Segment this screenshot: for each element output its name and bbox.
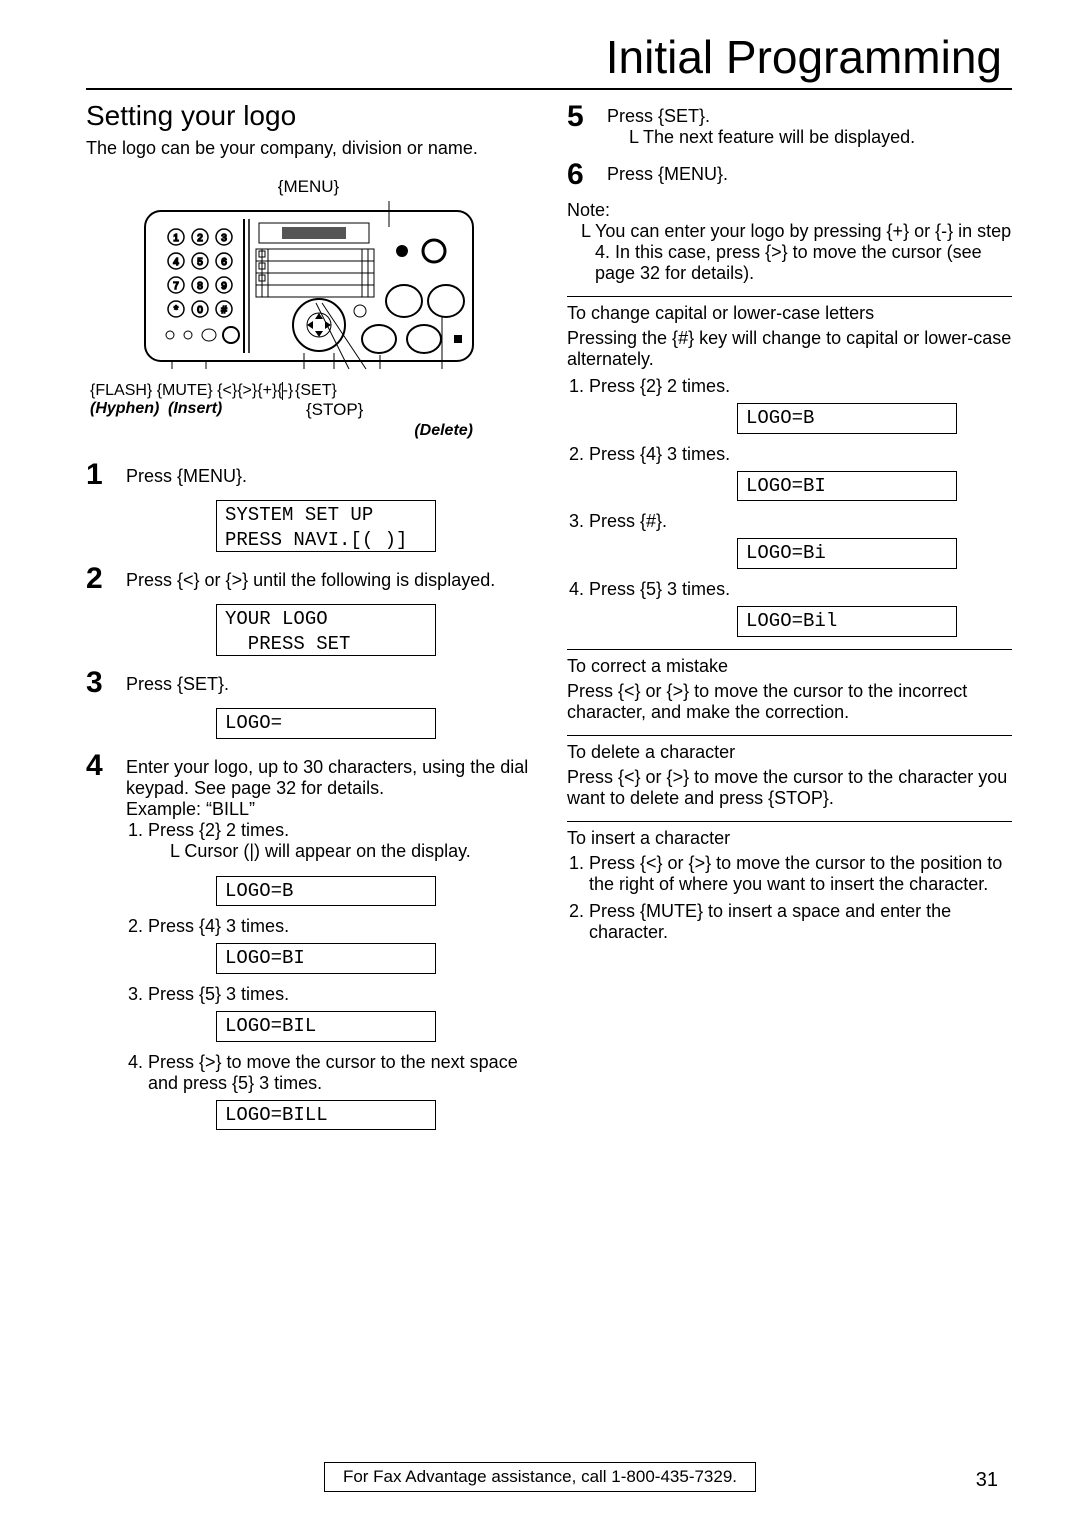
svg-text:9: 9 (221, 281, 227, 292)
substep-4-1-note: L Cursor (|) will appear on the display. (170, 841, 531, 862)
substep-4-3: Press {5} 3 times. (148, 984, 531, 1005)
note-body: L You can enter your logo by pressing {+… (581, 221, 1012, 284)
lcd-display: LOGO=Bil (737, 606, 957, 637)
lcd-display: LOGO=B (737, 403, 957, 434)
step-number-1: 1 (86, 458, 126, 490)
device-diagram: {MENU} 1 2 3 4 5 6 7 8 9 * 0 # (86, 177, 531, 440)
step-4-example: Example: “BILL” (126, 799, 531, 820)
svg-text:7: 7 (173, 281, 179, 292)
footer-text: For Fax Advantage assistance, call 1-800… (324, 1462, 756, 1492)
svg-text:#: # (221, 305, 227, 316)
svg-text:0: 0 (197, 305, 203, 316)
capital-body: Pressing the {#} key will change to capi… (567, 328, 1012, 370)
page-number: 31 (976, 1469, 998, 1492)
svg-text:*: * (173, 304, 178, 316)
hyphen-label: (Hyphen) (90, 400, 168, 420)
intro-text: The logo can be your company, division o… (86, 138, 531, 159)
step-5-body: Press {SET}. (607, 106, 1012, 127)
cap-step-4: Press {5} 3 times. (589, 579, 1012, 600)
step-6-body: Press {MENU}. (607, 158, 1012, 185)
delete-heading: To delete a character (567, 742, 1012, 763)
lcd-display: LOGO=BILL (216, 1100, 436, 1131)
correct-body: Press {<} or {>} to move the cursor to t… (567, 681, 1012, 723)
divider (567, 296, 1012, 297)
menu-label: {MENU} (86, 177, 531, 197)
step-4-intro: Enter your logo, up to 30 characters, us… (126, 757, 531, 799)
flash-mute-nav-labels: {FLASH} {MUTE} {<}{>}{+}{-} (90, 382, 278, 400)
page-title: Initial Programming (86, 30, 1012, 84)
delete-label: (Delete) (86, 422, 473, 440)
svg-text:2: 2 (197, 233, 203, 244)
step-number-6: 6 (567, 158, 607, 190)
lcd-display: LOGO=Bi (737, 538, 957, 569)
cap-step-3: Press {#}. (589, 511, 1012, 532)
step-3-body: Press {SET}. (126, 666, 531, 695)
step-number-5: 5 (567, 100, 607, 132)
lcd-display: LOGO=BI (737, 471, 957, 502)
cap-step-1: Press {2} 2 times. (589, 376, 1012, 397)
step-2-body: Press {<} or {>} until the following is … (126, 562, 531, 591)
cap-step-2: Press {4} 3 times. (589, 444, 1012, 465)
substep-4-1: Press {2} 2 times. (148, 820, 289, 840)
lcd-display: LOGO=BI (216, 943, 436, 974)
capital-heading: To change capital or lower-case letters (567, 303, 1012, 324)
substep-4-2: Press {4} 3 times. (148, 916, 531, 937)
correct-heading: To correct a mistake (567, 656, 1012, 677)
substep-4-4: Press {>} to move the cursor to the next… (148, 1052, 531, 1094)
button-labels-row: {FLASH} {MUTE} {<}{>}{+}{-} {SET} (90, 382, 531, 400)
insert-step-2: Press {MUTE} to insert a space and enter… (589, 901, 1012, 943)
lcd-display: LOGO=BIL (216, 1011, 436, 1042)
set-label: {SET} (282, 382, 337, 400)
insert-step-1: Press {<} or {>} to move the cursor to t… (589, 853, 1012, 895)
step-1-body: Press {MENU}. (126, 458, 531, 487)
svg-text:1: 1 (173, 233, 179, 244)
divider (567, 821, 1012, 822)
divider (567, 649, 1012, 650)
svg-text:4: 4 (173, 257, 179, 268)
footer: For Fax Advantage assistance, call 1-800… (0, 1462, 1080, 1492)
step-5-note: L The next feature will be displayed. (629, 127, 1012, 148)
svg-text:3: 3 (221, 233, 227, 244)
lcd-display: LOGO=B (216, 876, 436, 907)
svg-text:8: 8 (197, 281, 203, 292)
section-heading: Setting your logo (86, 100, 531, 132)
step-number-3: 3 (86, 666, 126, 698)
delete-body: Press {<} or {>} to move the cursor to t… (567, 767, 1012, 809)
lcd-display: SYSTEM SET UP PRESS NAVI.[( )] (216, 500, 436, 552)
insert-label: (Insert) (168, 400, 288, 420)
device-illustration: 1 2 3 4 5 6 7 8 9 * 0 # (144, 201, 474, 371)
insert-heading: To insert a character (567, 828, 1012, 849)
title-rule (86, 88, 1012, 90)
svg-text:6: 6 (221, 257, 227, 268)
lcd-display: LOGO= (216, 708, 436, 739)
lcd-display: YOUR LOGO PRESS SET (216, 604, 436, 656)
note-header: Note: (567, 200, 1012, 221)
svg-text:5: 5 (197, 257, 203, 268)
divider (567, 735, 1012, 736)
step-number-2: 2 (86, 562, 126, 594)
stop-label: {STOP} (306, 400, 531, 420)
step-number-4: 4 (86, 749, 126, 781)
